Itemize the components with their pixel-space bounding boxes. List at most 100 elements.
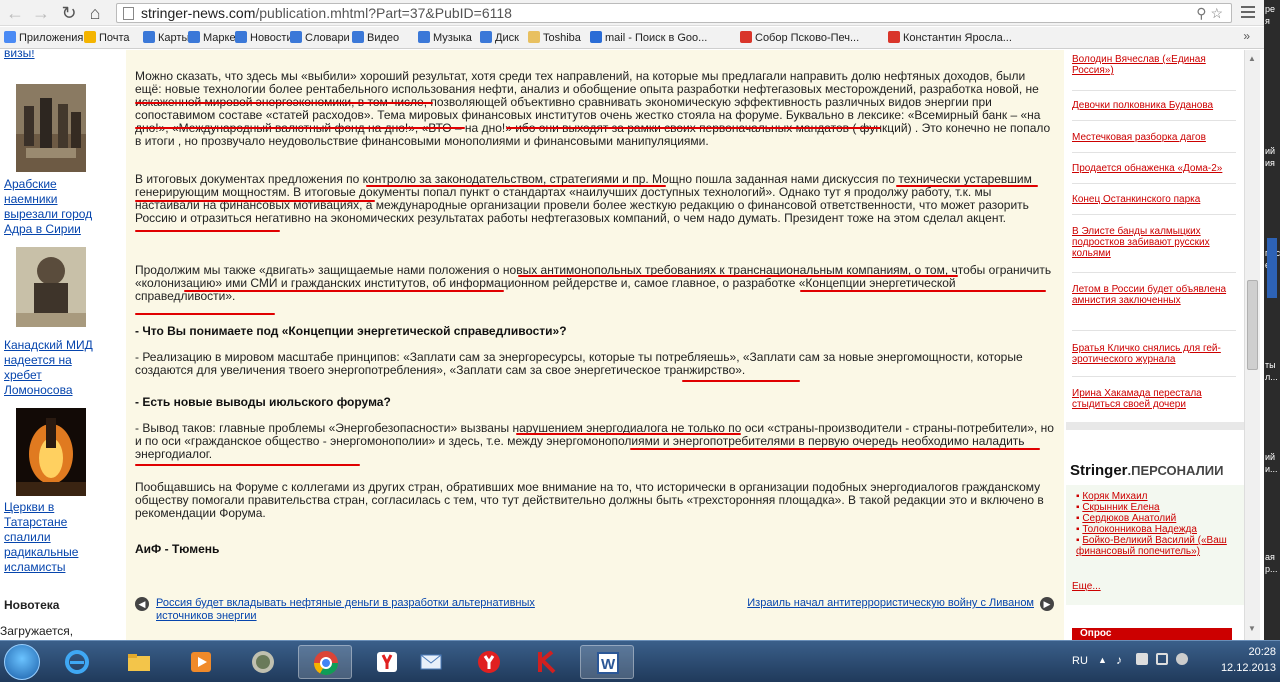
taskbar-media-player[interactable] [174,645,228,679]
bookmark-label: Toshiba [543,32,581,44]
scrollbar-thumb[interactable] [1247,280,1258,370]
bookmark-item[interactable]: Приложения [4,31,83,45]
personality-item[interactable]: ▪ Толоконникова Надежда [1076,524,1236,535]
bookmark-item[interactable]: Почта [84,31,130,45]
right-news-2[interactable]: Местечковая разборка дагов [1072,132,1236,143]
bookmarks-overflow-button[interactable]: » [1243,29,1250,43]
bookmark-label: Почта [99,32,130,44]
clock-time[interactable]: 20:28 [1218,646,1276,658]
back-arrow-icon[interactable]: ← [4,2,26,24]
left-link-1[interactable]: Канадский МИД надеется на хребет Ломонос… [4,338,110,398]
reload-icon[interactable]: ↻ [58,2,80,24]
address-bar[interactable]: stringer-news.com/publication.mhtml?Part… [116,3,1232,23]
stringer-personalii-header: Stringer.ПЕРСОНАЛИИ [1070,462,1223,479]
next-article-link[interactable]: Израиль начал антитеррористическую войну… [728,597,1034,610]
prev-arrow-icon[interactable]: ◀ [135,597,149,611]
menu-icon[interactable] [1238,3,1258,23]
red-underline [135,127,465,129]
bookmark-item[interactable]: Словари [290,31,350,45]
bookmark-item[interactable]: Диск [480,31,519,45]
personality-item[interactable]: ▪ Скрынник Елена [1076,502,1236,513]
taskbar-yandex-browser[interactable] [462,645,516,679]
next-arrow-icon[interactable]: ▶ [1040,597,1054,611]
red-underline [506,127,881,129]
personality-item[interactable]: ▪ Коряк Михаил [1076,491,1236,502]
bookmark-item[interactable]: Собор Псково-Печ... [740,31,859,45]
prev-article-link[interactable]: Россия будет вкладывать нефтяные деньги … [156,597,576,623]
personalities-more-link[interactable]: Еще... [1072,581,1101,592]
bookmark-label: Видео [367,32,400,44]
stringer-logo: Stringer [1070,462,1128,479]
right-news-6[interactable]: Летом в России будет объявлена амнистия … [1072,284,1236,306]
taskbar-word[interactable]: W [580,645,634,679]
left-top-link[interactable]: визы! [4,50,110,61]
network-icon[interactable] [1136,653,1148,665]
bookmark-item[interactable]: Toshiba [528,31,581,45]
bookmark-item[interactable]: Константин Яросла... [888,31,1012,45]
article-body: Можно сказать, что здесь мы «выбили» хор… [126,50,1064,640]
page-icon [123,7,134,20]
left-news-column: визы! Арабские наемники вырезали город А… [0,50,112,640]
right-news-0[interactable]: Володин Вячеслав («Единая Россия») [1072,54,1236,76]
right-news-1[interactable]: Девочки полковника Буданова [1072,100,1236,111]
taskbar-ie[interactable] [50,645,104,679]
bookmark-icon [290,31,302,43]
zoom-star-icons[interactable]: ⚲☆ [1196,4,1227,22]
background-text-fragment: ре [1265,4,1276,14]
home-icon[interactable]: ⌂ [84,2,106,24]
bookmark-item[interactable]: Музыка [418,31,472,45]
volume-icon[interactable]: ♪ [1116,653,1122,667]
tray-expand-icon[interactable]: ▲ [1098,655,1107,665]
loading-text: Загружается, [0,624,74,638]
red-underline [135,230,280,232]
bookmark-icon [84,31,96,43]
scroll-down-icon[interactable]: ▼ [1248,624,1256,633]
right-news-3[interactable]: Продается обнаженка «Дома-2» [1072,163,1236,174]
language-indicator[interactable]: RU [1072,655,1088,667]
background-text-fragment: ия [1265,158,1275,168]
url-host: stringer-news.com [141,5,256,21]
taskbar-chrome[interactable] [298,645,352,679]
right-news-7[interactable]: Братья Кличко снялись для гей-эротическо… [1072,343,1236,365]
bookmark-item[interactable]: Видео [352,31,399,45]
power-icon[interactable] [1176,653,1188,665]
right-news-4[interactable]: Конец Останкинского парка [1072,194,1236,205]
taskbar-kaspersky[interactable] [520,645,574,679]
forward-arrow-icon[interactable]: → [30,2,52,24]
right-news-5[interactable]: В Элисте банды калмыцких подростков заби… [1072,226,1236,259]
left-link-0[interactable]: Арабские наемники вырезали город Адра в … [4,177,110,237]
answer-1: - Реализацию в мировом масштабе принципо… [135,350,1023,377]
bookmark-label: Приложения [19,32,84,44]
right-news-8[interactable]: Ирина Хакамада перестала стыдиться своей… [1072,388,1236,410]
thumb-church-fire[interactable] [16,408,86,496]
bookmark-label: Константин Яросла... [903,32,1012,44]
taskbar-explorer[interactable] [112,645,166,679]
clock-date[interactable]: 12.12.2013 [1208,662,1276,674]
thumb-syria[interactable] [16,84,86,172]
taskbar-mail[interactable] [404,645,458,679]
left-link-2[interactable]: Церкви в Татарстане спалили радикальные … [4,500,110,575]
bookmark-icon [528,31,540,43]
personality-name: Скрынник Елена [1082,502,1160,513]
thumb-lomonosov[interactable] [16,247,86,327]
personality-item[interactable]: ▪ Сердюков Анатолий [1076,513,1236,524]
bookmark-item[interactable]: Карты [143,31,189,45]
bookmark-item[interactable]: Маркет [188,31,240,45]
scroll-up-icon[interactable]: ▲ [1248,54,1256,63]
flag-icon[interactable] [1156,653,1168,665]
page-scrollbar[interactable]: ▲ ▼ [1244,50,1260,640]
separator [1072,90,1236,91]
question-1: - Что Вы понимаете под «Концепции энерге… [135,324,567,338]
personality-name: Коряк Михаил [1082,491,1148,502]
bookmark-item[interactable]: mail - Поиск в Goo... [590,31,707,45]
url-path: /publication.mhtml?Part=37&PubID=6118 [255,5,512,21]
bookmark-item[interactable]: Новости [235,31,293,45]
bookmark-label: Музыка [433,32,472,44]
personality-item[interactable]: ▪ Бойко-Великий Василий («Ваш финансовый… [1076,535,1236,557]
separator [1072,272,1236,273]
start-button-icon[interactable] [4,644,40,680]
bookmark-icon [480,31,492,43]
bookmark-label: Новости [250,32,293,44]
personalii-label: .ПЕРСОНАЛИИ [1127,463,1224,478]
taskbar-app-circle[interactable] [236,645,290,679]
